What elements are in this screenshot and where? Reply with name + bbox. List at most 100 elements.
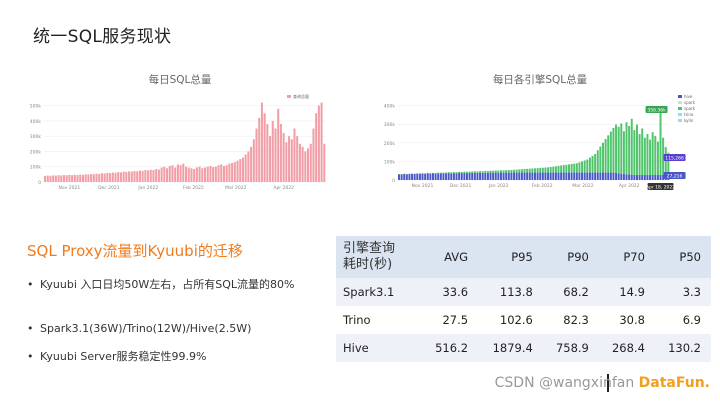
- bar-hive: [528, 172, 531, 180]
- right-chart: 0 100k 200k 300k 400k Nov 2021 Dec 2021 Jan 202…: [384, 94, 696, 191]
- bar-查询总量: [163, 166, 166, 182]
- bar-hive: [575, 172, 578, 180]
- bar-hive: [510, 172, 513, 180]
- bar-spark: [659, 108, 662, 175]
- bar-查询总量: [62, 175, 66, 182]
- bar-spark: [473, 171, 476, 173]
- bar-spark: [492, 170, 495, 173]
- bar-hive: [547, 172, 550, 180]
- bar-spark: [549, 166, 552, 173]
- bar-查询总量: [155, 169, 158, 182]
- bar-spark: [578, 162, 581, 173]
- bar-spark: [494, 170, 497, 173]
- bar-spark: [481, 171, 484, 173]
- bar-hive: [646, 174, 649, 180]
- bar-hive: [426, 173, 429, 180]
- table-cell: 33.6: [422, 278, 479, 306]
- right-chart-title: 每日各引擎SQL总量: [492, 74, 588, 86]
- bar-hive: [476, 172, 479, 180]
- bar-查询总量: [117, 172, 120, 182]
- bar-查询总量: [279, 123, 282, 182]
- x-tick-label: Jan 2022: [137, 185, 158, 191]
- bullet-text: Kyuubi 入口日均50W左右，占所有SQL流量的80%: [40, 278, 295, 291]
- table-row: Trino 27.5 102.6 82.3 30.8 6.9: [336, 306, 711, 334]
- bar-spark: [583, 160, 586, 173]
- bar-spark: [586, 159, 589, 173]
- bar-查询总量: [198, 166, 201, 182]
- bar-查询总量: [44, 175, 47, 182]
- bar-查询总量: [138, 170, 141, 182]
- y-tick-label: 300k: [30, 134, 41, 140]
- bar-查询总量: [201, 168, 204, 182]
- bar-查询总量: [290, 139, 293, 182]
- bar-查询总量: [128, 171, 131, 182]
- bar-spark: [568, 164, 570, 173]
- bar-查询总量: [141, 170, 144, 182]
- bar-spark: [442, 172, 445, 174]
- bar-查询总量: [130, 171, 133, 182]
- bar-hive: [607, 172, 610, 180]
- legend-label: spark: [684, 106, 696, 111]
- bar-spark: [615, 124, 618, 173]
- bar-hive: [421, 173, 424, 180]
- bar-spark: [421, 173, 424, 174]
- bar-查询总量: [277, 108, 280, 182]
- bar-查询总量: [293, 128, 296, 182]
- bar-hive: [526, 172, 529, 180]
- bar-查询总量: [309, 143, 312, 182]
- bar-hive: [638, 174, 641, 180]
- bar-查询总量: [79, 174, 82, 182]
- bar-查询总量: [307, 148, 310, 182]
- bar-hive: [408, 174, 411, 180]
- bullet-dot: •: [27, 322, 34, 335]
- bar-hive: [460, 173, 463, 180]
- bar-查询总量: [49, 175, 52, 182]
- bar-查询总量: [260, 102, 263, 182]
- bar-spark: [622, 131, 625, 175]
- bar-hive: [405, 174, 408, 180]
- annotation-label: 27,216: [667, 174, 683, 180]
- x-tick-label: Nov 2021: [412, 183, 434, 189]
- bar-查询总量: [103, 173, 106, 182]
- bar-查询总量: [174, 167, 177, 182]
- bar-hive: [651, 174, 654, 180]
- bar-spark: [554, 166, 557, 173]
- bar-查询总量: [250, 146, 253, 182]
- bar-查询总量: [100, 173, 103, 182]
- bar-查询总量: [282, 133, 285, 182]
- bar-spark: [497, 170, 500, 173]
- legend-label: spark: [684, 100, 696, 105]
- y-tick-label: 300k: [384, 122, 396, 128]
- left-chart-title: 每日SQL总量: [148, 74, 212, 86]
- bar-查询总量: [255, 128, 258, 182]
- bar-查询总量: [176, 164, 179, 182]
- bar-hive: [500, 172, 502, 180]
- table-header-cell: AVG: [422, 236, 479, 278]
- bar-hive: [628, 174, 631, 180]
- bar-查询总量: [114, 172, 117, 182]
- bar-hive: [523, 172, 526, 180]
- bar-查询总量: [209, 165, 212, 182]
- bar-hive: [513, 172, 516, 180]
- bar-hive: [463, 172, 466, 180]
- bar-hive: [630, 174, 633, 180]
- bar-spark: [452, 172, 455, 174]
- legend-label: kylin: [684, 118, 694, 123]
- bar-hive: [534, 172, 536, 180]
- bar-查询总量: [52, 175, 55, 182]
- x-tick-label: Dec 2021: [450, 183, 472, 189]
- bar-查询总量: [285, 142, 288, 182]
- bar-查询总量: [147, 170, 150, 182]
- bar-spark: [547, 167, 550, 173]
- bar-spark: [531, 168, 534, 173]
- bar-查询总量: [98, 173, 101, 182]
- table-cell: 3.3: [654, 278, 711, 306]
- bar-查询总量: [296, 136, 299, 182]
- y-tick-label: 400k: [384, 104, 396, 110]
- annotation-label: 115,266: [665, 156, 684, 162]
- bar-查询总量: [57, 175, 60, 182]
- legend-swatch: [678, 101, 682, 104]
- annotation-label: 356.36k: [647, 108, 666, 114]
- bar-spark: [528, 168, 531, 173]
- bar-hive: [643, 174, 646, 180]
